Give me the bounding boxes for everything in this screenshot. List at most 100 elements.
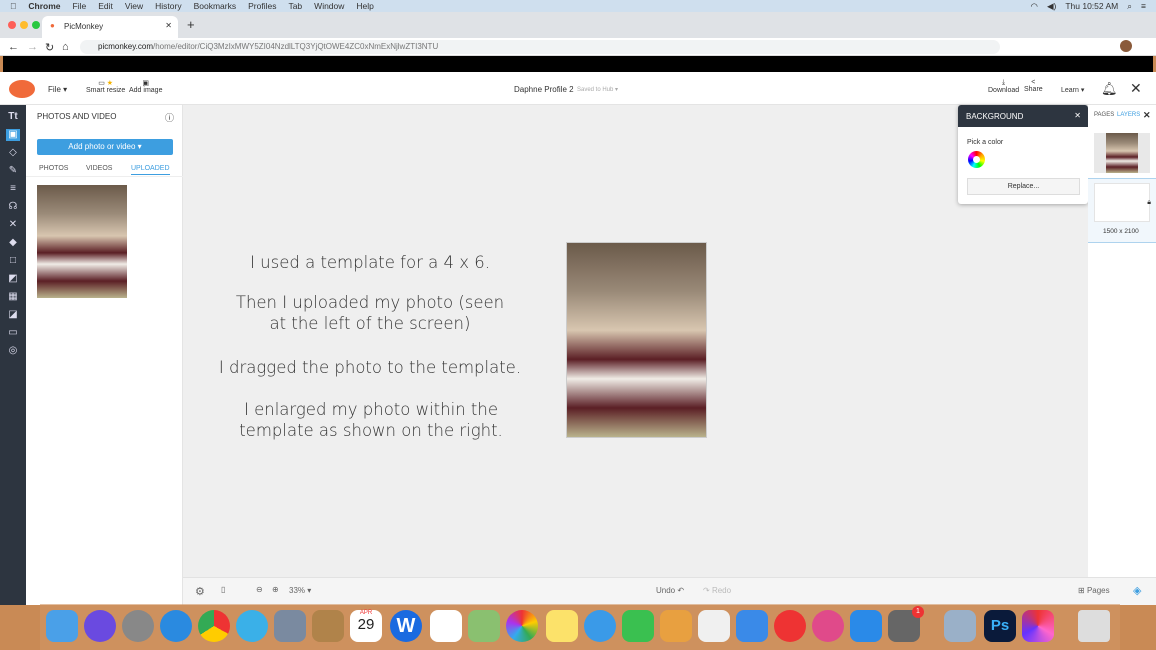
menu-file[interactable]: File bbox=[73, 1, 87, 11]
text-tool-icon[interactable]: Tt bbox=[6, 111, 20, 123]
back-icon[interactable]: ← bbox=[8, 41, 19, 53]
tab-pages[interactable]: PAGES bbox=[1094, 112, 1114, 118]
siri-icon[interactable] bbox=[84, 610, 116, 642]
settings-icon[interactable]: ⚙ bbox=[195, 585, 205, 598]
clock[interactable]: Thu 10:52 AM bbox=[1065, 1, 1118, 11]
control-center-icon[interactable]: ≡ bbox=[1141, 1, 1146, 11]
fit-icon[interactable]: ▯ bbox=[221, 585, 225, 594]
archive-icon[interactable] bbox=[312, 610, 344, 642]
home-icon[interactable]: ⌂ bbox=[62, 41, 69, 53]
tab-uploaded[interactable]: UPLOADED bbox=[131, 165, 170, 175]
close-editor-icon[interactable]: ✕ bbox=[1130, 80, 1142, 97]
pages-app-icon[interactable] bbox=[660, 610, 692, 642]
file-menu[interactable]: File ▾ bbox=[48, 85, 67, 94]
texture-icon[interactable]: ◩ bbox=[6, 273, 20, 285]
keynote-icon[interactable] bbox=[736, 610, 768, 642]
news-icon[interactable] bbox=[774, 610, 806, 642]
skype-icon[interactable] bbox=[236, 610, 268, 642]
wifi-icon[interactable]: ◠ bbox=[1031, 1, 1038, 12]
messages-icon[interactable] bbox=[584, 610, 616, 642]
pages-button[interactable]: ⊞ Pages bbox=[1078, 586, 1110, 595]
menu-history[interactable]: History bbox=[155, 1, 181, 11]
menu-tab[interactable]: Tab bbox=[288, 1, 302, 11]
zoom-out-icon[interactable]: ⊖ bbox=[256, 585, 263, 594]
menu-bookmarks[interactable]: Bookmarks bbox=[194, 1, 237, 11]
menu-window[interactable]: Window bbox=[314, 1, 344, 11]
picmonkey-logo[interactable] bbox=[9, 80, 35, 98]
uploaded-photo-thumbnail[interactable] bbox=[37, 185, 127, 298]
undo-button[interactable]: Undo ↶ bbox=[656, 586, 684, 595]
new-tab-button[interactable]: + bbox=[187, 17, 195, 32]
volume-icon[interactable]: ◀) bbox=[1047, 1, 1056, 12]
finder-icon[interactable] bbox=[46, 610, 78, 642]
zoom-level[interactable]: 33% ▾ bbox=[289, 586, 311, 595]
tab-videos[interactable]: VIDEOS bbox=[86, 165, 112, 172]
launchpad-icon[interactable] bbox=[122, 610, 154, 642]
color-picker-icon[interactable] bbox=[968, 151, 985, 168]
menu-view[interactable]: View bbox=[125, 1, 143, 11]
spotlight-icon[interactable]: ⌕ bbox=[1127, 1, 1132, 12]
close-layers-icon[interactable]: ✕ bbox=[1143, 110, 1151, 121]
preview-icon[interactable] bbox=[274, 610, 306, 642]
trash-icon[interactable] bbox=[1078, 610, 1110, 642]
share-button[interactable]: < Share bbox=[1024, 79, 1043, 93]
tab-photos[interactable]: PHOTOS bbox=[39, 165, 68, 172]
redo-button[interactable]: ↷ Redo bbox=[703, 586, 731, 595]
replace-button[interactable]: Replace... bbox=[967, 178, 1080, 195]
maps-icon[interactable] bbox=[468, 610, 500, 642]
maximize-window-button[interactable] bbox=[32, 21, 40, 29]
shape-icon[interactable]: ◆ bbox=[6, 237, 20, 249]
adjust-tool-icon[interactable]: ≡ bbox=[6, 183, 20, 195]
document-title[interactable]: Daphne Profile 2 bbox=[514, 85, 574, 94]
themes-icon[interactable]: ◎ bbox=[6, 345, 20, 357]
close-tab-icon[interactable]: ✕ bbox=[165, 21, 172, 30]
minimize-window-button[interactable] bbox=[20, 21, 28, 29]
effects-icon[interactable]: ✕ bbox=[6, 219, 20, 231]
background-layer-thumbnail[interactable]: 🔒︎ bbox=[1094, 183, 1151, 222]
download-button[interactable]: ⤓ Download bbox=[988, 79, 1019, 94]
tab-layers[interactable]: LAYERS bbox=[1117, 112, 1140, 118]
menu-chrome[interactable]: Chrome bbox=[28, 1, 60, 11]
chrome-icon[interactable] bbox=[198, 610, 230, 642]
add-image-button[interactable]: ▣ Add image bbox=[129, 79, 162, 94]
collage-icon[interactable]: ▦ bbox=[6, 291, 20, 303]
browser-tab[interactable]: ● PicMonkey ✕ bbox=[42, 16, 178, 38]
reload-icon[interactable]: ↻ bbox=[45, 41, 54, 54]
menu-edit[interactable]: Edit bbox=[98, 1, 113, 11]
draw-tool-icon[interactable]: ✎ bbox=[6, 165, 20, 177]
zoom-in-icon[interactable]: ⊕ bbox=[272, 585, 279, 594]
facetime-icon[interactable] bbox=[622, 610, 654, 642]
notes-icon[interactable] bbox=[546, 610, 578, 642]
photos-tool-icon[interactable]: ▣ bbox=[6, 129, 20, 141]
system-preferences-icon[interactable]: 1 bbox=[888, 606, 924, 642]
learn-menu[interactable]: Learn ▾ bbox=[1061, 86, 1084, 94]
graphics-tool-icon[interactable]: ◇ bbox=[6, 147, 20, 159]
info-icon[interactable]: ⓘ bbox=[165, 111, 174, 124]
comments-icon[interactable]: ▭ bbox=[6, 327, 20, 339]
safari-icon[interactable] bbox=[160, 610, 192, 642]
calendar-icon[interactable]: APR 29 bbox=[350, 610, 382, 642]
menu-help[interactable]: Help bbox=[356, 1, 373, 11]
creative-cloud-icon[interactable] bbox=[1022, 610, 1054, 642]
lock-icon[interactable]: 🔒︎ bbox=[1147, 199, 1151, 207]
close-window-button[interactable] bbox=[8, 21, 16, 29]
word-icon[interactable]: W bbox=[390, 610, 422, 642]
menu-profiles[interactable]: Profiles bbox=[248, 1, 276, 11]
screenshot-icon[interactable] bbox=[944, 610, 976, 642]
app-store-icon[interactable] bbox=[850, 610, 882, 642]
reminders-icon[interactable] bbox=[430, 610, 462, 642]
bell-icon[interactable]: 🔔︎ bbox=[1101, 81, 1118, 97]
address-bar[interactable]: picmonkey.com/home/editor/CiQ3MzIxMWY5ZI… bbox=[80, 40, 1000, 54]
close-popup-icon[interactable]: ✕ bbox=[1074, 111, 1081, 120]
numbers-icon[interactable] bbox=[698, 610, 730, 642]
smart-resize-button[interactable]: ▭ ★ Smart resize bbox=[86, 79, 125, 94]
replace-icon[interactable]: ◪ bbox=[6, 309, 20, 321]
music-icon[interactable] bbox=[812, 610, 844, 642]
layers-toggle-icon[interactable]: ◈ bbox=[1133, 584, 1141, 597]
apple-icon[interactable]:  bbox=[10, 1, 16, 11]
photos-icon[interactable] bbox=[506, 610, 538, 642]
saved-status[interactable]: Saved to Hub ▾ bbox=[577, 86, 618, 93]
touch-up-icon[interactable]: ☊ bbox=[6, 201, 20, 213]
photo-layer-thumbnail[interactable] bbox=[1094, 133, 1150, 173]
forward-icon[interactable]: → bbox=[27, 41, 38, 53]
